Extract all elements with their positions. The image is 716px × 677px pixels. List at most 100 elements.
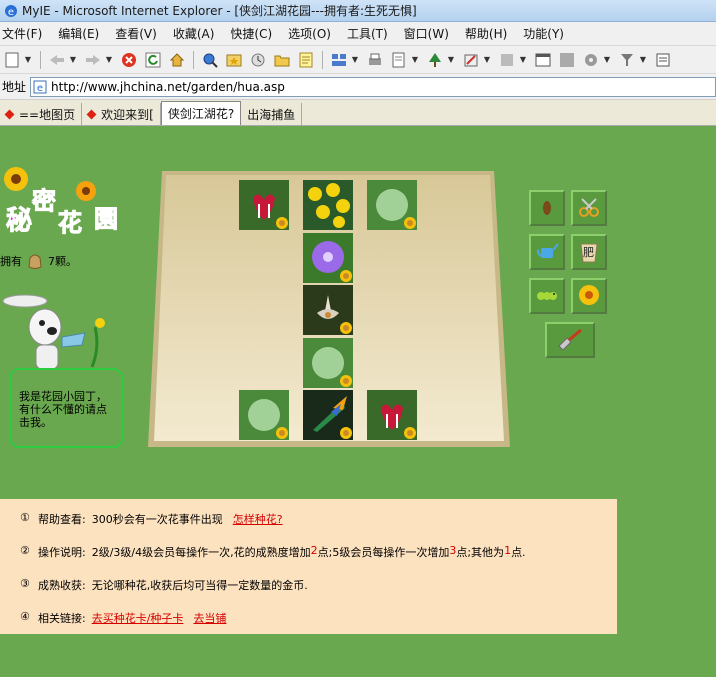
info-label: 操作说明: xyxy=(38,546,86,559)
stop-icon[interactable] xyxy=(119,50,139,70)
tab-garden[interactable]: 侠剑江湖花? xyxy=(160,101,242,125)
plot-sprout[interactable] xyxy=(303,338,353,388)
forward-icon[interactable] xyxy=(83,50,103,70)
page-setup-dropdown-icon[interactable]: ▼ xyxy=(411,55,419,64)
scissors-tool-button[interactable] xyxy=(571,190,607,226)
sunflower-tool-button[interactable] xyxy=(571,278,607,314)
menu-tools[interactable]: 工具(T) xyxy=(345,25,394,42)
tab-welcome[interactable]: 欢迎来到[ xyxy=(82,103,161,125)
plot-sprout[interactable] xyxy=(367,180,417,230)
info-text: 2级/3级/4级会员每操作一次,花的成熟度增加 xyxy=(91,546,311,559)
plot-bleeding-heart[interactable] xyxy=(367,390,417,440)
back-dropdown-icon[interactable]: ▼ xyxy=(69,55,77,64)
filter-icon[interactable] xyxy=(617,50,637,70)
filter-dropdown-icon[interactable]: ▼ xyxy=(639,55,647,64)
toolbar-divider xyxy=(40,50,41,69)
pawnshop-link[interactable]: 去当铺 xyxy=(193,610,226,626)
address-bar: 地址 e http://www.jhchina.net/garden/hua.a… xyxy=(0,74,716,100)
watering-can-tool-button[interactable] xyxy=(529,234,565,270)
page-setup-icon[interactable] xyxy=(389,50,409,70)
gear-dropdown-icon[interactable]: ▼ xyxy=(603,55,611,64)
menu-function[interactable]: 功能(Y) xyxy=(521,25,570,42)
new-page-icon[interactable] xyxy=(2,50,22,70)
home-icon[interactable] xyxy=(167,50,187,70)
window-alt-icon[interactable] xyxy=(557,50,577,70)
tree-dropdown-icon[interactable]: ▼ xyxy=(447,55,455,64)
info-number: ④ xyxy=(20,610,30,623)
trowel-tool-button[interactable] xyxy=(545,322,595,358)
ie-icon: e xyxy=(4,4,18,18)
menu-options[interactable]: 选项(O) xyxy=(286,25,337,42)
own-prefix: 拥有 xyxy=(0,255,22,268)
tab-fishing[interactable]: 出海捕鱼 xyxy=(241,103,303,125)
tab-diamond-icon xyxy=(86,109,97,119)
plot-bird-of-paradise[interactable] xyxy=(303,390,353,440)
menu-edit[interactable]: 编辑(E) xyxy=(56,25,105,42)
how-to-plant-link[interactable]: 怎样种花? xyxy=(233,511,283,527)
garden-board xyxy=(148,171,510,451)
menu-bar: 文件(F) 编辑(E) 查看(V) 收藏(A) 快捷(C) 选项(O) 工具(T… xyxy=(0,22,716,46)
buy-cards-link[interactable]: 去买种花卡/种子卡 xyxy=(92,610,184,626)
forward-dropdown-icon[interactable]: ▼ xyxy=(105,55,113,64)
gardener-speech-bubble[interactable]: 我是花园小园丁，有什么不懂的请点击我。 xyxy=(9,368,123,448)
gear-icon[interactable] xyxy=(581,50,601,70)
plot-bleeding-heart[interactable] xyxy=(239,180,289,230)
tab-bar: ==地图页 欢迎来到[ 侠剑江湖花? 出海捕鱼 xyxy=(0,100,716,126)
back-icon[interactable] xyxy=(47,50,67,70)
sunflower-icon xyxy=(339,269,353,283)
sunflower-icon xyxy=(403,216,417,230)
layout-icon[interactable] xyxy=(329,50,349,70)
tab-label: 侠剑江湖花? xyxy=(167,107,235,121)
tab-diamond-icon xyxy=(4,109,15,119)
refresh-icon[interactable] xyxy=(143,50,163,70)
tab-label: ==地图页 xyxy=(19,107,76,122)
address-label: 地址 xyxy=(2,80,27,94)
history-icon[interactable] xyxy=(248,50,268,70)
svg-text:e: e xyxy=(37,83,43,94)
bug-tool-button[interactable] xyxy=(529,278,565,314)
seed-count: 拥有 7颗。 xyxy=(0,252,77,270)
new-page-dropdown-icon[interactable]: ▼ xyxy=(24,55,32,64)
plot-yellow-flowers[interactable] xyxy=(303,180,353,230)
tab-map[interactable]: ==地图页 xyxy=(0,103,83,125)
seed-tool-button[interactable] xyxy=(529,190,565,226)
secret-garden-logo: 秘 密 花 園 xyxy=(0,157,130,238)
info-text: 点;5级会员每操作一次增加 xyxy=(317,546,450,559)
layout-dropdown-icon[interactable]: ▼ xyxy=(351,55,359,64)
search-icon[interactable] xyxy=(200,50,220,70)
own-count: 7颗。 xyxy=(48,255,77,268)
folder-icon[interactable] xyxy=(272,50,292,70)
info-highlight: 2 xyxy=(310,544,318,557)
fertilizer-tool-button[interactable]: 肥 xyxy=(571,234,607,270)
tab-label: 出海捕鱼 xyxy=(247,107,296,122)
plot-orchid[interactable] xyxy=(303,285,353,335)
info-highlight: 3 xyxy=(449,544,457,557)
menu-window[interactable]: 窗口(W) xyxy=(402,25,455,42)
favorites-icon[interactable] xyxy=(224,50,244,70)
edit-icon[interactable] xyxy=(461,50,481,70)
menu-view[interactable]: 查看(V) xyxy=(113,25,163,42)
print-icon[interactable] xyxy=(365,50,385,70)
info-number: ③ xyxy=(20,577,30,590)
notes-icon[interactable] xyxy=(296,50,316,70)
menu-shortcut[interactable]: 快捷(C) xyxy=(228,25,278,42)
seed-icon xyxy=(537,197,557,220)
plot-purple-flower[interactable] xyxy=(303,233,353,283)
svg-text:秘: 秘 xyxy=(6,205,32,236)
options-icon[interactable] xyxy=(653,50,673,70)
menu-help[interactable]: 帮助(H) xyxy=(463,25,513,42)
info-panel: ① 帮助查看: 300秒会有一次花事件出现 怎样种花? ② 操作说明: 2级/3… xyxy=(0,499,617,634)
address-input[interactable]: e http://www.jhchina.net/garden/hua.asp xyxy=(30,76,716,97)
menu-favorites[interactable]: 收藏(A) xyxy=(171,25,221,42)
plot-sprout[interactable] xyxy=(239,390,289,440)
gardener-mascot[interactable] xyxy=(0,287,125,377)
menu-file[interactable]: 文件(F) xyxy=(0,25,48,42)
edit-dropdown-icon[interactable]: ▼ xyxy=(483,55,491,64)
svg-text:園: 園 xyxy=(94,205,118,233)
scissors-icon xyxy=(578,196,600,221)
window-icon[interactable] xyxy=(533,50,553,70)
info-label: 成熟收获: xyxy=(38,579,86,592)
sunflower-icon xyxy=(339,426,353,440)
tree-icon[interactable] xyxy=(425,50,445,70)
tools-panel: 肥 xyxy=(529,190,619,370)
